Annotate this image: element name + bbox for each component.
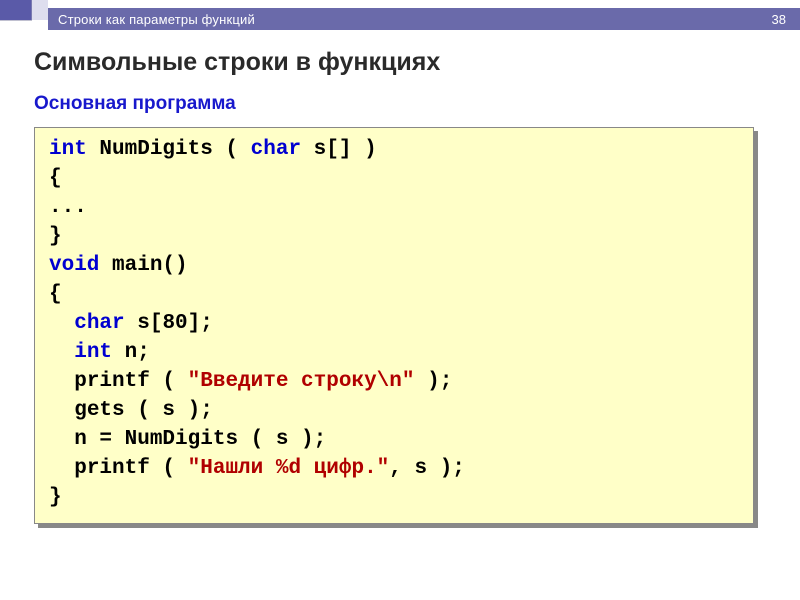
code-text: printf ( [74, 370, 187, 393]
code-keyword: int [74, 341, 112, 364]
code-block: int NumDigits ( char s[] ) { ... } void … [34, 127, 754, 524]
header-decor-2 [32, 0, 48, 34]
header-strip: Строки как параметры функций 38 [48, 8, 800, 30]
code-indent [49, 370, 74, 393]
header-decor-1 [0, 0, 32, 34]
code-indent [49, 428, 74, 451]
code-text: s[] ) [301, 138, 377, 161]
code-text: main() [99, 254, 187, 277]
code-keyword: char [74, 312, 124, 335]
slide-subtitle: Основная программа [34, 93, 800, 115]
code-keyword: int [49, 138, 87, 161]
code-text: { [49, 283, 62, 306]
code-text: { [49, 167, 62, 190]
section-title: Строки как параметры функций [58, 12, 255, 27]
code-text: n; [112, 341, 150, 364]
code-string: "Введите строку\n" [188, 370, 415, 393]
code-text: ); [414, 370, 452, 393]
page-number: 38 [772, 12, 786, 27]
code-indent [49, 341, 74, 364]
code-indent [49, 312, 74, 335]
code-text: n = NumDigits ( s ); [74, 428, 326, 451]
header-bar: Строки как параметры функций 38 [0, 0, 800, 34]
slide-title: Символьные строки в функциях [34, 48, 800, 77]
code-text: printf ( [74, 457, 187, 480]
code-text: ... [49, 196, 87, 219]
code-indent [49, 399, 74, 422]
code-text: s[80]; [125, 312, 213, 335]
code-text: , s ); [389, 457, 465, 480]
code-string: "Нашли %d цифр." [188, 457, 390, 480]
code-indent [49, 457, 74, 480]
code-text: gets ( s ); [74, 399, 213, 422]
code-keyword: char [251, 138, 301, 161]
code-keyword: void [49, 254, 99, 277]
code-text: } [49, 486, 62, 509]
code-text: NumDigits ( [87, 138, 251, 161]
code-text: } [49, 225, 62, 248]
